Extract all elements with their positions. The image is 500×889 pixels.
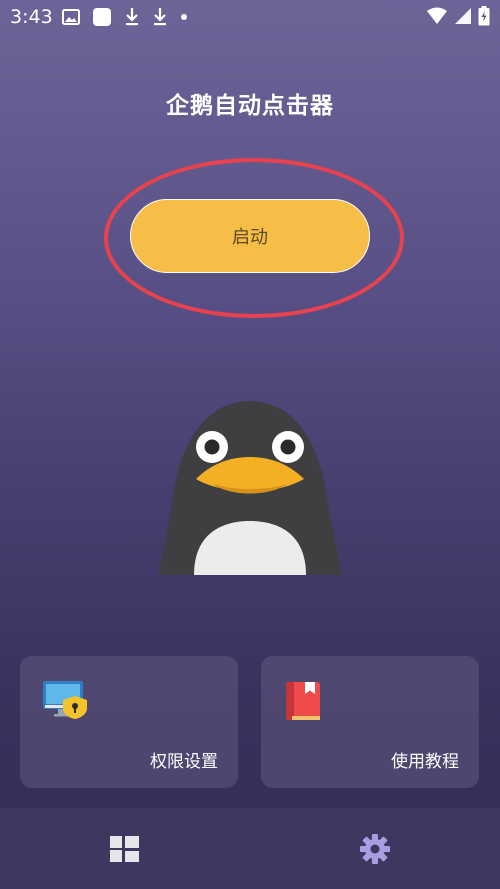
download-icon	[154, 8, 166, 26]
tutorial-label: 使用教程	[391, 752, 459, 772]
square-app-icon	[93, 8, 111, 26]
app-title: 企鹅自动点击器	[166, 93, 334, 119]
status-time: 3:43	[10, 6, 53, 28]
battery-charging-icon	[478, 6, 490, 26]
download-icon	[126, 8, 138, 26]
permission-settings-label: 权限设置	[150, 752, 218, 772]
permission-settings-card[interactable]: 权限设置	[20, 656, 238, 788]
signal-icon	[455, 8, 471, 24]
tutorial-card[interactable]: 使用教程	[261, 656, 479, 788]
gear-icon[interactable]	[358, 832, 392, 866]
wifi-icon	[427, 7, 447, 24]
penguin-mascot-icon	[158, 401, 342, 575]
bottom-nav	[0, 808, 500, 889]
system-icons	[426, 6, 490, 26]
tutorial-book-icon	[286, 682, 320, 720]
permission-shield-monitor-icon	[43, 681, 87, 719]
dashboard-icon[interactable]	[108, 832, 142, 866]
start-button[interactable]: 启动	[130, 199, 370, 273]
notification-icons	[62, 7, 188, 27]
status-bar: 3:43	[0, 0, 500, 34]
image-icon	[62, 9, 80, 25]
dot-icon	[181, 14, 187, 20]
